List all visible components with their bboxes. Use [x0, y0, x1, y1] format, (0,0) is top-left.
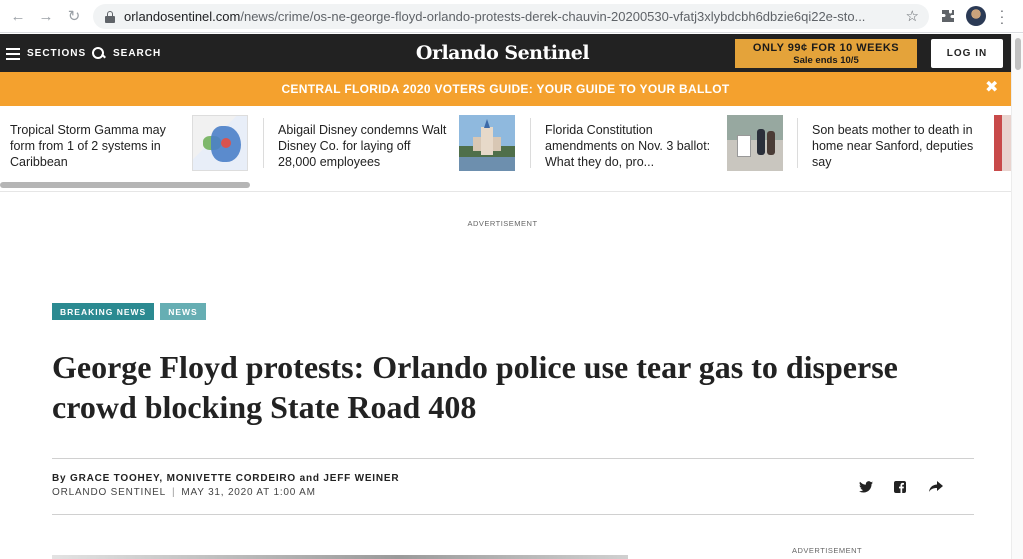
- forward-icon[interactable]: →: [35, 5, 57, 27]
- lock-icon[interactable]: [105, 10, 115, 23]
- voters-guide-banner[interactable]: CENTRAL FLORIDA 2020 VOTERS GUIDE: YOUR …: [0, 72, 1011, 106]
- publication-name: ORLANDO SENTINEL: [52, 487, 166, 498]
- star-icon[interactable]: ☆: [906, 7, 919, 25]
- url-path: /news/crime/os-ne-george-floyd-orlando-p…: [240, 9, 866, 24]
- story-thumbnail[interactable]: [192, 115, 248, 171]
- story-thumbnail[interactable]: [727, 115, 783, 171]
- share-icon[interactable]: [929, 480, 943, 494]
- promo-offer-text: ONLY 99¢ FOR 10 WEEKS: [752, 42, 900, 54]
- author-link[interactable]: JEFF WEINER: [323, 473, 399, 484]
- scrollbar-thumb[interactable]: [1015, 38, 1021, 70]
- twitter-icon[interactable]: [859, 480, 873, 494]
- byline-prefix: By: [52, 473, 67, 484]
- publish-date: MAY 31, 2020 AT 1:00 AM: [181, 487, 316, 498]
- author-link[interactable]: MONIVETTE CORDEIRO: [167, 473, 296, 484]
- article-headline: George Floyd protests: Orlando police us…: [52, 349, 898, 425]
- story-divider: [797, 118, 798, 168]
- banner-text: CENTRAL FLORIDA 2020 VOTERS GUIDE: YOUR …: [281, 82, 730, 96]
- facebook-icon[interactable]: [893, 480, 907, 494]
- byline-top-divider: [52, 458, 974, 459]
- story-card[interactable]: Son beats mother to death in home near S…: [812, 115, 1011, 175]
- story-title[interactable]: Abigail Disney condemns Walt Disney Co. …: [278, 122, 448, 170]
- story-divider: [530, 118, 531, 168]
- story-title[interactable]: Tropical Storm Gamma may form from 1 of …: [10, 122, 182, 170]
- close-icon[interactable]: ✖: [985, 80, 999, 96]
- article-lead-image[interactable]: [52, 555, 628, 559]
- reload-icon[interactable]: ↻: [63, 5, 85, 27]
- promo-deadline-text: Sale ends 10/5: [793, 55, 859, 66]
- story-title[interactable]: Son beats mother to death in home near S…: [812, 122, 982, 170]
- story-thumbnail[interactable]: [994, 115, 1011, 171]
- dateline-separator: |: [171, 487, 176, 498]
- story-card[interactable]: Florida Constitution amendments on Nov. …: [545, 115, 785, 175]
- browser-toolbar: ← → ↻ orlandosentinel.com/news/crime/os-…: [0, 0, 1023, 33]
- extensions-icon[interactable]: [940, 8, 956, 24]
- strip-scrollbar[interactable]: [0, 182, 250, 188]
- advertisement-label: ADVERTISEMENT: [467, 219, 538, 228]
- menu-icon[interactable]: · · ·: [997, 3, 1007, 29]
- tag-breaking-news[interactable]: BREAKING NEWS: [52, 303, 155, 320]
- dateline: ORLANDO SENTINEL | MAY 31, 2020 AT 1:00 AM: [52, 487, 316, 498]
- page-scrollbar[interactable]: [1011, 34, 1023, 559]
- author-link[interactable]: GRACE TOOHEY: [70, 473, 159, 484]
- site-header: SECTIONS SEARCH Orlando Sentinel ONLY 99…: [0, 34, 1011, 72]
- address-bar[interactable]: orlandosentinel.com/news/crime/os-ne-geo…: [93, 4, 929, 29]
- subscribe-promo-button[interactable]: ONLY 99¢ FOR 10 WEEKS Sale ends 10/5: [735, 39, 917, 68]
- back-icon[interactable]: ←: [7, 5, 29, 27]
- story-title[interactable]: Florida Constitution amendments on Nov. …: [545, 122, 717, 170]
- trending-stories-strip: Tropical Storm Gamma may form from 1 of …: [0, 106, 1011, 192]
- article-tags: BREAKING NEWS NEWS: [52, 303, 206, 320]
- login-button[interactable]: LOG IN: [931, 39, 1003, 68]
- byline: By GRACE TOOHEY, MONIVETTE CORDEIRO and …: [52, 473, 400, 484]
- profile-avatar[interactable]: [966, 6, 986, 26]
- side-advertisement-label: ADVERTISEMENT: [792, 546, 863, 555]
- story-thumbnail[interactable]: [459, 115, 515, 171]
- byline-and: and: [299, 473, 320, 484]
- story-divider: [263, 118, 264, 168]
- story-card[interactable]: Abigail Disney condemns Walt Disney Co. …: [278, 115, 518, 175]
- site-logo-text: Orlando Sentinel: [415, 42, 590, 64]
- story-card[interactable]: Tropical Storm Gamma may form from 1 of …: [10, 115, 250, 175]
- login-label: LOG IN: [946, 48, 988, 59]
- byline-bottom-divider: [52, 514, 974, 515]
- tag-news[interactable]: NEWS: [160, 303, 206, 320]
- url-host: orlandosentinel.com: [124, 9, 241, 24]
